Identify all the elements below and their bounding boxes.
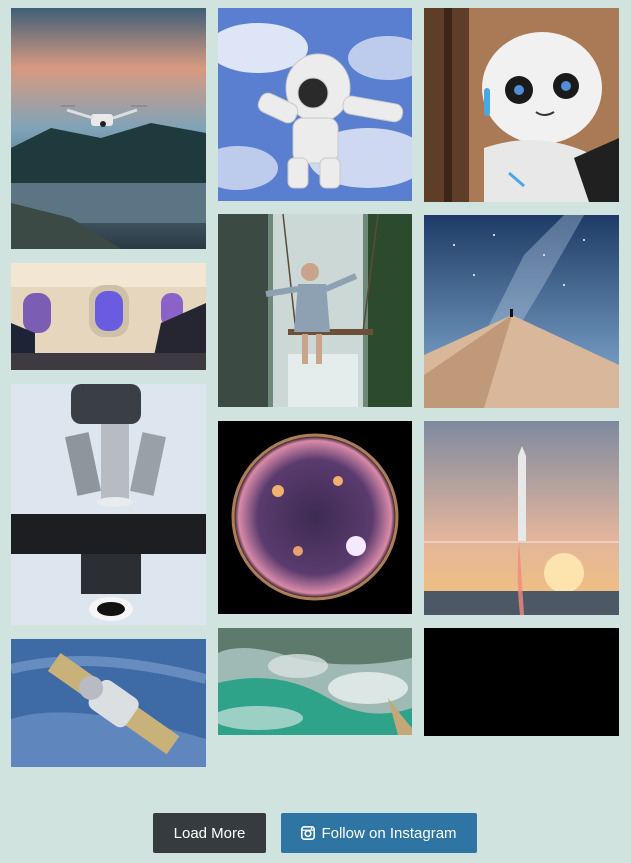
gallery-item-rocket-launch[interactable] [424,421,619,615]
rocket-image [424,421,619,615]
astronaut-image [218,8,412,201]
desert-image [424,215,619,408]
gallery-item-sun[interactable] [218,421,412,614]
load-more-button[interactable]: Load More [153,813,266,853]
gallery-item-desert-stars[interactable] [424,215,619,408]
gallery-item-astronaut[interactable] [218,8,412,201]
gallery-item-spacecraft[interactable] [11,639,206,767]
load-more-label: Load More [173,824,246,842]
follow-instagram-label: Follow on Instagram [321,824,457,842]
gallery-item-microscope[interactable] [11,384,206,625]
swing-image [218,214,412,407]
gallery-item-airplane-windows[interactable] [11,263,206,370]
gallery-item-swing-waterfall[interactable] [218,214,412,407]
gallery-item-drone[interactable] [11,8,206,249]
spacecraft-image [11,639,206,767]
follow-instagram-button[interactable]: Follow on Instagram [281,813,477,853]
airplane-window-image [11,263,206,370]
microscope-image [11,384,206,625]
gallery-item-island[interactable] [218,628,412,735]
gallery-item-black-placeholder[interactable] [424,628,619,736]
drone-image [11,8,206,249]
instagram-icon [301,826,316,840]
robot-image [424,8,619,202]
sun-image [218,421,412,614]
island-image [218,628,412,735]
blank-image [424,628,619,736]
gallery-item-robot[interactable] [424,8,619,202]
